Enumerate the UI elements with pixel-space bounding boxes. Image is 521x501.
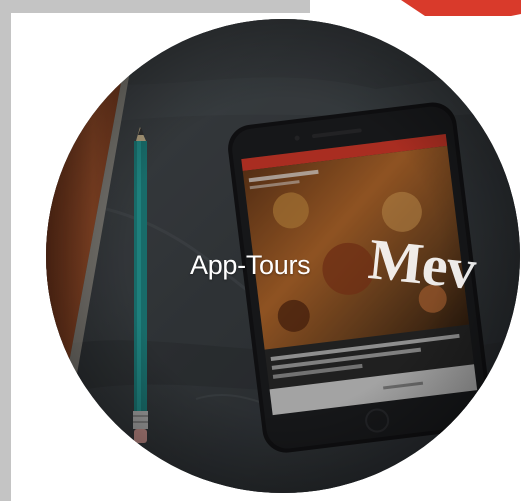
accent-corner bbox=[401, 0, 521, 16]
phone-screen-headline: Mev bbox=[365, 226, 479, 302]
frame-top-edge bbox=[0, 0, 310, 13]
card-title[interactable]: App-Tours bbox=[190, 250, 311, 281]
app-tours-card[interactable]: Mev App-Tours bbox=[46, 19, 520, 493]
frame-left-edge bbox=[0, 0, 11, 501]
